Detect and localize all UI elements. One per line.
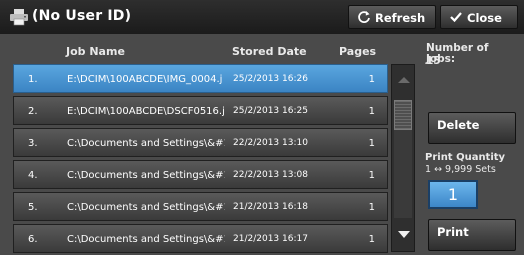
job-stored-date: 22/2/2013 13:10 [233, 138, 308, 148]
job-list-scrollbar[interactable] [391, 64, 415, 252]
job-row[interactable]: 2. E:\DCIM\100ABCDE\DSCF0516.j 25/2/2013… [13, 96, 388, 125]
print-quantity-field[interactable]: 1 [428, 180, 478, 209]
job-row[interactable]: 1. E:\DCIM\100ABCDE\IMG_0004.j 25/2/2013… [13, 64, 388, 93]
print-quantity-range: 1 ↔ 9,999 Sets [425, 164, 496, 175]
job-list: 1. E:\DCIM\100ABCDE\IMG_0004.j 25/2/2013… [13, 64, 388, 253]
refresh-button[interactable]: Refresh [348, 5, 436, 29]
delete-label: Delete [437, 118, 480, 132]
job-pages: 1 [368, 74, 375, 85]
job-number: 3. [28, 138, 38, 149]
delete-button[interactable]: Delete [428, 112, 516, 144]
column-header-stored-date: Stored Date [232, 45, 307, 58]
scroll-up-icon[interactable] [398, 77, 410, 83]
job-row[interactable]: 6. C:\Documents and Settings\&#12 21/2/2… [13, 224, 388, 253]
job-stored-date: 25/2/2013 16:25 [233, 106, 308, 116]
job-row[interactable]: 3. C:\Documents and Settings\&#12 22/2/2… [13, 128, 388, 157]
page-title: (No User ID) [32, 8, 132, 24]
job-number: 6. [28, 234, 38, 245]
job-stored-date: 21/2/2013 16:17 [233, 234, 308, 244]
print-quantity-label: Print Quantity [425, 152, 506, 163]
job-stored-date: 22/2/2013 13:08 [233, 170, 308, 180]
scroll-down-icon[interactable] [398, 231, 410, 238]
job-name: C:\Documents and Settings\&#12 [67, 202, 225, 213]
close-label: Close [467, 11, 502, 25]
job-stored-date: 25/2/2013 16:26 [233, 74, 308, 84]
print-label: Print [437, 225, 469, 239]
job-number: 4. [28, 170, 38, 181]
print-button[interactable]: Print [428, 219, 516, 251]
job-number: 5. [28, 202, 38, 213]
job-number: 1. [28, 74, 38, 85]
job-name: C:\Documents and Settings\&#12 [67, 234, 225, 245]
job-name: E:\DCIM\100ABCDE\DSCF0516.j [67, 106, 225, 117]
scrollbar-thumb[interactable] [394, 100, 412, 130]
job-pages: 1 [368, 138, 375, 149]
job-pages: 1 [368, 234, 375, 245]
column-header-job-name: Job Name [66, 45, 125, 58]
job-name: C:\Documents and Settings\&#12 [67, 170, 225, 181]
refresh-label: Refresh [375, 11, 426, 25]
job-name: C:\Documents and Settings\&#12 [67, 138, 225, 149]
job-row[interactable]: 4. C:\Documents and Settings\&#12 22/2/2… [13, 160, 388, 189]
printer-icon [10, 9, 28, 26]
job-row[interactable]: 5. C:\Documents and Settings\&#12 21/2/2… [13, 192, 388, 221]
close-button[interactable]: Close [440, 5, 518, 29]
number-of-jobs-value: 15 [426, 55, 441, 67]
checkmark-icon [450, 12, 462, 23]
refresh-icon [358, 11, 370, 23]
job-pages: 1 [368, 170, 375, 181]
column-header-pages: Pages [339, 45, 377, 58]
title-bar: (No User ID) Refresh Close [0, 0, 524, 34]
job-pages: 1 [368, 106, 375, 117]
job-stored-date: 21/2/2013 16:18 [233, 202, 308, 212]
job-pages: 1 [368, 202, 375, 213]
print-stored-jobs-window: (No User ID) Refresh Close Job Name Stor… [0, 0, 524, 255]
job-name: E:\DCIM\100ABCDE\IMG_0004.j [67, 74, 223, 85]
job-number: 2. [28, 106, 38, 117]
